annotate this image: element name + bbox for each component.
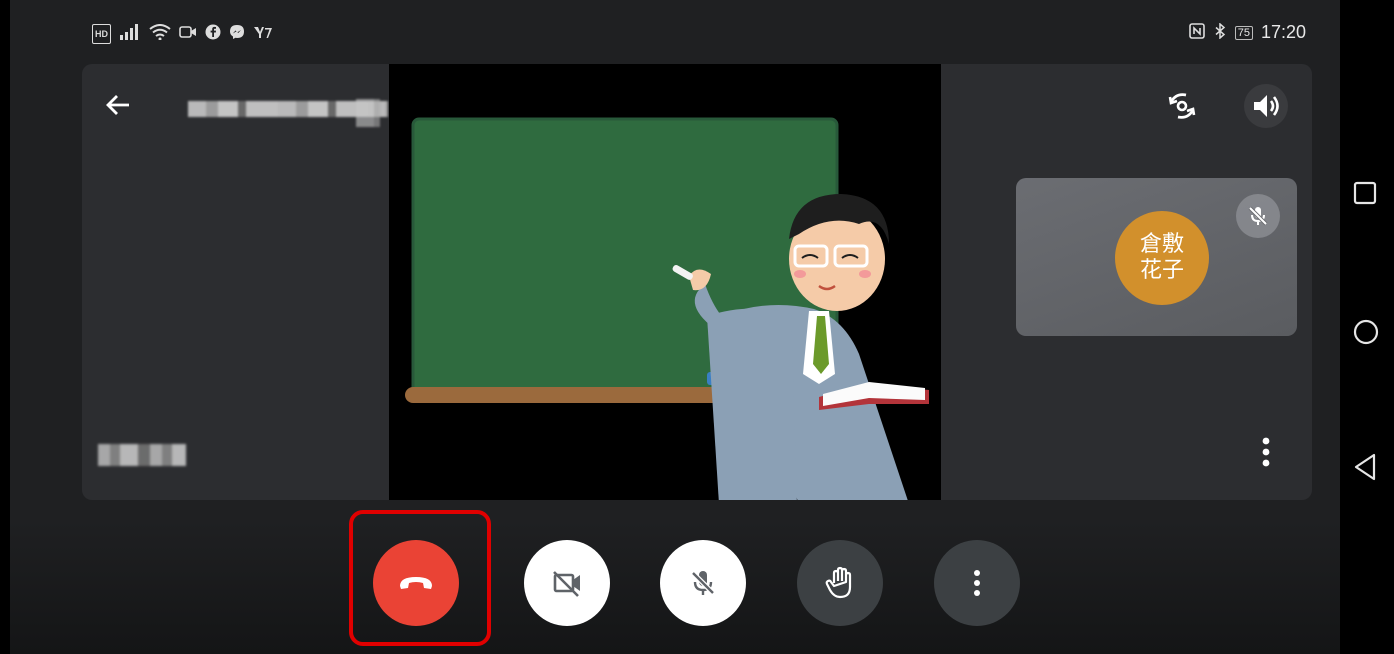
meet-screen: HD 75 17:20 倉敷 花子 [0, 0, 1394, 654]
navigation-bar [1340, 0, 1394, 654]
recents-icon [1353, 181, 1377, 205]
wifi-icon [149, 24, 171, 44]
videocam-off-icon [553, 571, 580, 597]
camera-toggle-button[interactable] [524, 540, 610, 626]
clock: 17:20 [1260, 22, 1306, 42]
bluetooth-icon [1213, 21, 1227, 43]
presenter-name-redacted [98, 444, 186, 466]
video-icon [179, 25, 197, 43]
camera-switch-icon [1168, 93, 1196, 119]
speaker-icon [1254, 95, 1279, 117]
participant-avatar: 倉敷 花子 [1115, 211, 1209, 305]
participant-tile[interactable]: 倉敷 花子 [1016, 178, 1297, 336]
status-right-icons: 75 17:20 [1188, 21, 1306, 43]
raise-hand-button[interactable] [797, 540, 883, 626]
facebook-icon [205, 24, 221, 44]
speaker-button[interactable] [1244, 84, 1288, 128]
call-stage: 倉敷 花子 [82, 64, 1312, 500]
camera-switch-button[interactable] [1160, 84, 1204, 128]
hd-icon: HD [92, 24, 111, 44]
back-button[interactable] [100, 90, 136, 126]
participant-muted-indicator [1236, 194, 1280, 238]
call-controls [0, 510, 1340, 650]
arrow-left-icon [106, 95, 129, 115]
teacher-illustration [405, 117, 929, 500]
participant-more-button[interactable] [1248, 436, 1284, 476]
back-icon [1354, 453, 1376, 481]
mic-off-icon [691, 571, 715, 595]
battery-level: 75 [1234, 25, 1253, 40]
signal-icon [119, 24, 141, 44]
more-vert-icon [974, 570, 980, 596]
more-options-button[interactable] [934, 540, 1020, 626]
status-bar: HD 75 17:20 [0, 10, 1340, 50]
main-video [389, 64, 941, 500]
recents-button[interactable] [1352, 180, 1384, 212]
home-button[interactable] [1352, 318, 1384, 350]
messenger-icon [229, 24, 245, 44]
more-vert-icon [1262, 437, 1270, 467]
meeting-name-redacted-2 [356, 99, 380, 127]
nav-back-button[interactable] [1352, 452, 1384, 484]
raise-hand-icon [825, 566, 852, 599]
mic-toggle-button[interactable] [660, 540, 746, 626]
status-left-icons: HD [92, 24, 273, 44]
mic-off-icon [1248, 206, 1268, 226]
nfc-icon [1188, 22, 1205, 43]
hang-up-button[interactable] [373, 540, 459, 626]
phone-hangup-icon [400, 577, 432, 589]
yahoo-icon [253, 25, 273, 43]
home-icon [1353, 319, 1379, 345]
